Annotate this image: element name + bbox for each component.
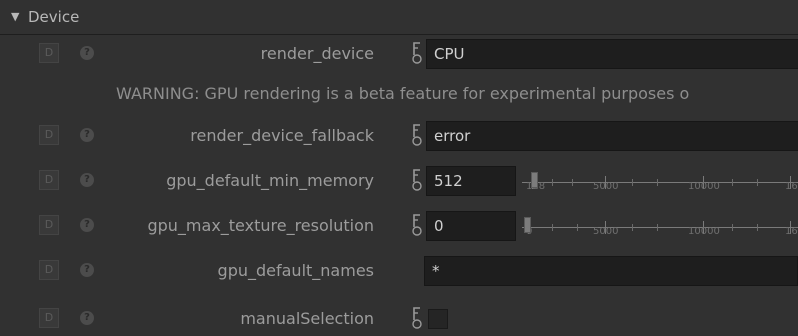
render-device-dropdown[interactable]: CPU	[426, 39, 798, 69]
help-icon[interactable]: ?	[80, 173, 94, 187]
param-label: gpu_default_min_memory	[166, 171, 374, 190]
slider-tick-label: 5000	[593, 226, 619, 237]
d-button[interactable]: D	[39, 308, 59, 328]
animation-curve-icon[interactable]	[410, 168, 424, 192]
slider-handle[interactable]	[531, 172, 538, 188]
gpu-max-texture-input[interactable]: 0	[426, 211, 516, 241]
param-label: gpu_default_names	[217, 261, 374, 280]
d-button[interactable]: D	[39, 170, 59, 190]
render-device-row: D ? render_device CPU	[0, 35, 798, 71]
device-panel: ▼ Device D ? render_device CPU WARNING: …	[0, 0, 798, 335]
slider-minor-tick	[577, 224, 578, 231]
render-device-fallback-dropdown[interactable]: error	[426, 121, 798, 151]
slider-tick-label: 16	[785, 181, 798, 192]
help-icon[interactable]: ?	[80, 311, 94, 325]
gpu-default-names-row: D ? gpu_default_names *	[0, 252, 798, 288]
gpu-default-min-memory-row: D ? gpu_default_min_memory 512 128 5000 …	[0, 162, 798, 198]
help-icon[interactable]: ?	[80, 263, 94, 277]
param-label: manualSelection	[240, 309, 374, 328]
render-device-fallback-row: D ? render_device_fallback error	[0, 117, 798, 153]
manual-selection-checkbox[interactable]	[428, 309, 448, 329]
help-icon[interactable]: ?	[80, 218, 94, 232]
slider-minor-tick	[757, 179, 758, 186]
slider-tick-label: 10000	[688, 226, 720, 237]
animation-curve-icon[interactable]	[410, 306, 424, 330]
slider-minor-tick	[552, 179, 553, 186]
d-button[interactable]: D	[39, 260, 59, 280]
section-header[interactable]: ▼ Device	[0, 4, 798, 35]
gpu-max-texture-resolution-row: D ? gpu_max_texture_resolution 0 0 5000 …	[0, 207, 798, 243]
gpu-min-memory-input[interactable]: 512	[426, 166, 516, 196]
d-button[interactable]: D	[39, 215, 59, 235]
d-button[interactable]: D	[39, 43, 59, 63]
gpu-min-memory-slider[interactable]: 128 5000 10000 16	[522, 164, 798, 196]
slider-minor-tick	[572, 179, 573, 186]
slider-minor-tick	[757, 224, 758, 231]
animation-curve-icon[interactable]	[410, 213, 424, 237]
collapse-triangle-icon[interactable]: ▼	[11, 10, 19, 23]
slider-minor-tick	[632, 224, 633, 231]
param-label: render_device_fallback	[190, 126, 374, 145]
help-icon[interactable]: ?	[80, 46, 94, 60]
help-icon[interactable]: ?	[80, 128, 94, 142]
slider-tick-label: 5000	[593, 181, 619, 192]
slider-minor-tick	[552, 224, 553, 231]
d-button[interactable]: D	[39, 125, 59, 145]
animation-curve-icon[interactable]	[410, 41, 424, 65]
slider-minor-tick	[632, 179, 633, 186]
slider-minor-tick	[657, 179, 658, 186]
gpu-warning-text: WARNING: GPU rendering is a beta feature…	[116, 84, 690, 103]
animation-curve-icon[interactable]	[410, 123, 424, 147]
gpu-max-texture-slider[interactable]: 0 5000 10000 16	[522, 209, 798, 241]
param-label: render_device	[260, 44, 374, 63]
slider-minor-tick	[732, 224, 733, 231]
gpu-default-names-input[interactable]: *	[424, 256, 798, 286]
manual-selection-row: D ? manualSelection	[0, 300, 798, 336]
slider-handle[interactable]	[524, 217, 531, 233]
slider-tick-label: 16	[785, 226, 798, 237]
slider-minor-tick	[732, 179, 733, 186]
slider-minor-tick	[657, 224, 658, 231]
param-label: gpu_max_texture_resolution	[147, 216, 374, 235]
section-title: Device	[28, 8, 80, 26]
slider-tick-label: 10000	[688, 181, 720, 192]
